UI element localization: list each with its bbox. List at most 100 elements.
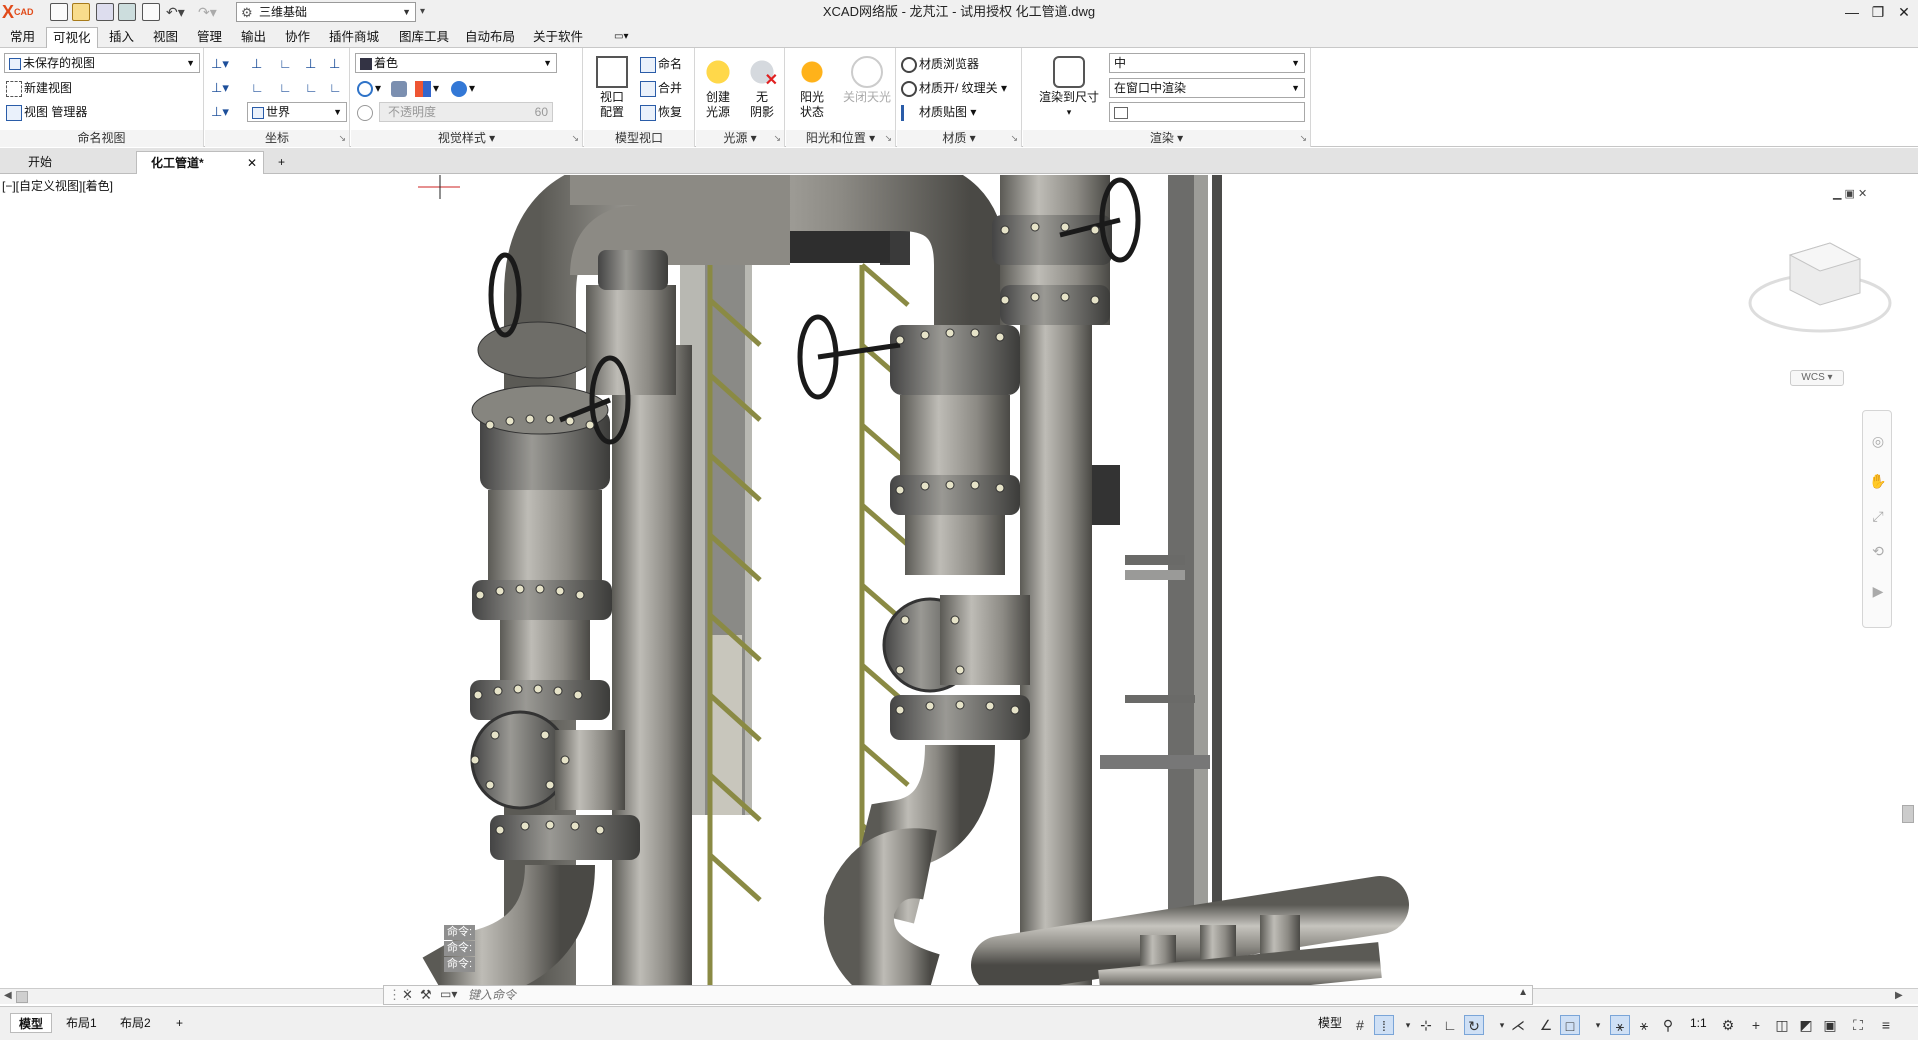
- tab-library-tools[interactable]: 图库工具: [393, 27, 455, 48]
- ucs-x-icon[interactable]: ∟: [279, 54, 292, 74]
- merge-viewport-button[interactable]: 合并: [640, 78, 682, 98]
- workspace-gear-icon[interactable]: ⚙: [1718, 1015, 1738, 1035]
- sun-status-button[interactable]: 阳光 状态: [788, 52, 836, 132]
- ucs-previous-icon[interactable]: ⊥▾: [211, 102, 229, 122]
- model-space-toggle[interactable]: 模型: [1310, 1013, 1350, 1033]
- new-file-icon[interactable]: [50, 3, 68, 21]
- named-view-select[interactable]: 未保存的视图 ▼: [4, 53, 200, 73]
- render-quality-select[interactable]: 中 ▼: [1109, 53, 1305, 73]
- annotation-scale[interactable]: 1:1: [1682, 1013, 1715, 1033]
- scroll-right-icon[interactable]: ▶: [1895, 990, 1903, 1001]
- ucs-origin-icon[interactable]: ⊥: [251, 54, 262, 74]
- undo-icon[interactable]: ↶▾: [166, 3, 185, 21]
- ortho-icon[interactable]: ∟: [1440, 1015, 1460, 1035]
- dialog-launcher-icon[interactable]: ↘: [338, 130, 346, 146]
- face-style-button[interactable]: [391, 78, 409, 98]
- ucs-view-icon[interactable]: ⊥▾: [211, 78, 229, 98]
- render-target-select[interactable]: 在窗口中渲染 ▼: [1109, 78, 1305, 98]
- workspace-select[interactable]: ⚙ 三维基础 ▼: [236, 2, 416, 22]
- dialog-launcher-icon[interactable]: ↘: [1010, 130, 1018, 146]
- dialog-launcher-icon[interactable]: ↘: [571, 130, 579, 146]
- minimize-button[interactable]: —: [1840, 2, 1864, 22]
- viewport-window-controls[interactable]: ▁ ▣ ✕: [1833, 187, 1867, 200]
- material-texture-button[interactable]: 材质开/ 纹理关 ▾: [901, 78, 1007, 98]
- ucs-select[interactable]: 世界 ▼: [247, 102, 347, 122]
- tab-model[interactable]: 模型: [10, 1013, 53, 1033]
- render-output-field[interactable]: [1109, 102, 1305, 122]
- no-shadows-button[interactable]: ✕ 无阴影: [740, 52, 784, 132]
- tab-output[interactable]: 输出: [235, 27, 272, 48]
- tab-start[interactable]: 开始: [14, 151, 132, 174]
- dialog-launcher-icon[interactable]: ↘: [884, 130, 892, 146]
- isolate-icon[interactable]: ◫: [1772, 1015, 1792, 1035]
- orbit-icon[interactable]: ⟲: [1868, 541, 1888, 561]
- infer-icon[interactable]: ⊹: [1416, 1015, 1436, 1035]
- dialog-launcher-icon[interactable]: ↘: [773, 130, 781, 146]
- material-browser-button[interactable]: 材质浏览器: [901, 54, 979, 74]
- crosshair-icon[interactable]: +: [1746, 1015, 1766, 1035]
- tab-view[interactable]: 视图: [147, 27, 184, 48]
- ucs-3point-icon[interactable]: ∟: [251, 78, 264, 98]
- close-cmd-icon[interactable]: ✕: [402, 987, 413, 1003]
- zoom-extents-icon[interactable]: ⤢: [1868, 506, 1888, 526]
- clean-screen-icon[interactable]: ▣: [1820, 1015, 1840, 1035]
- polar-icon[interactable]: ↻: [1464, 1015, 1484, 1035]
- ribbon-toggle-icon[interactable]: ▭▾: [608, 27, 634, 48]
- tab-manage[interactable]: 管理: [191, 27, 228, 48]
- pan-hand-icon[interactable]: ✋: [1868, 471, 1888, 491]
- annotation-icon[interactable]: ⚹: [1610, 1015, 1630, 1035]
- viewport-label[interactable]: [−][自定义视图][着色]: [2, 177, 113, 194]
- render-to-size-button[interactable]: 渲染到尺寸 ▾: [1033, 52, 1105, 132]
- tab-home[interactable]: 常用: [4, 27, 41, 48]
- print-icon[interactable]: [142, 3, 160, 21]
- app-logo[interactable]: XCAD: [0, 0, 48, 24]
- sky-off-button[interactable]: 关闭天光: [840, 52, 894, 132]
- dialog-launcher-icon[interactable]: ↘: [1299, 130, 1307, 146]
- create-light-button[interactable]: 创建 光源: [696, 52, 740, 132]
- fullscreen-icon[interactable]: ⛶: [1848, 1015, 1868, 1035]
- ucs-icon[interactable]: ⊥▾: [211, 54, 229, 74]
- ucs-rotate-z-icon[interactable]: ∟: [329, 78, 342, 98]
- material-mapping-button[interactable]: 材质贴图 ▾: [901, 102, 976, 122]
- visual-style-select[interactable]: 着色 ▼: [355, 53, 557, 73]
- tab-drawing-active[interactable]: 化工管道* ✕: [136, 151, 264, 174]
- restore-viewport-button[interactable]: 恢复: [640, 102, 682, 122]
- object-snap-icon[interactable]: □: [1560, 1015, 1580, 1035]
- steering-wheel-icon[interactable]: ◎: [1868, 431, 1888, 451]
- customize-wrench-icon[interactable]: ⚒: [420, 987, 432, 1003]
- scroll-left-icon[interactable]: ◀: [4, 990, 12, 1001]
- shadow-style-button[interactable]: ▾: [415, 78, 439, 98]
- snap-icon[interactable]: ⁞: [1374, 1015, 1394, 1035]
- tab-visualize[interactable]: 可视化: [46, 27, 98, 48]
- tab-collaborate[interactable]: 协作: [279, 27, 316, 48]
- auto-scale-icon[interactable]: ⚹: [1634, 1015, 1654, 1035]
- object-snap-menu-icon[interactable]: ▾: [1588, 1015, 1608, 1035]
- opacity-slider[interactable]: 不透明度 60: [379, 102, 553, 122]
- showmotion-icon[interactable]: ▶: [1868, 581, 1888, 601]
- ucs-z-icon[interactable]: ⊥: [329, 54, 340, 74]
- add-tab-button[interactable]: +: [270, 151, 296, 174]
- opacity-toggle[interactable]: [357, 102, 375, 122]
- tab-layout1[interactable]: 布局1: [58, 1013, 105, 1033]
- object-snap-tracking-icon[interactable]: ∠: [1536, 1015, 1556, 1035]
- ucs-rotate-y-icon[interactable]: ∟: [305, 78, 318, 98]
- vertical-scrollbar-thumb[interactable]: [1902, 805, 1914, 823]
- close-button[interactable]: ✕: [1892, 2, 1916, 22]
- viewcube[interactable]: [1748, 242, 1892, 333]
- wcs-menu[interactable]: WCS ▾: [1790, 370, 1844, 386]
- tab-layout2[interactable]: 布局2: [112, 1013, 159, 1033]
- isodraft-icon[interactable]: ⋌: [1508, 1015, 1528, 1035]
- named-viewport-button[interactable]: 命名: [640, 54, 682, 74]
- tab-auto-layout[interactable]: 自动布局: [459, 27, 521, 48]
- new-view-button[interactable]: 新建视图: [6, 78, 72, 98]
- customize-qat-icon[interactable]: ▾: [420, 3, 425, 21]
- environment-button[interactable]: ▾: [451, 78, 475, 98]
- annotation-visibility-icon[interactable]: ⚲: [1658, 1015, 1678, 1035]
- viewport-config-button[interactable]: 视口 配置: [588, 52, 636, 132]
- drawing-viewport[interactable]: [−][自定义视图][着色] ▁ ▣ ✕ WCS ▾ 命令: 命令: 命令:: [0, 175, 1918, 988]
- tab-about[interactable]: 关于软件: [527, 27, 589, 48]
- restore-button[interactable]: ❐: [1866, 2, 1890, 22]
- chevron-up-icon[interactable]: ▲: [1518, 987, 1528, 998]
- ucs-rotate-x-icon[interactable]: ∟: [279, 78, 292, 98]
- hardware-acceleration-icon[interactable]: ◩: [1796, 1015, 1816, 1035]
